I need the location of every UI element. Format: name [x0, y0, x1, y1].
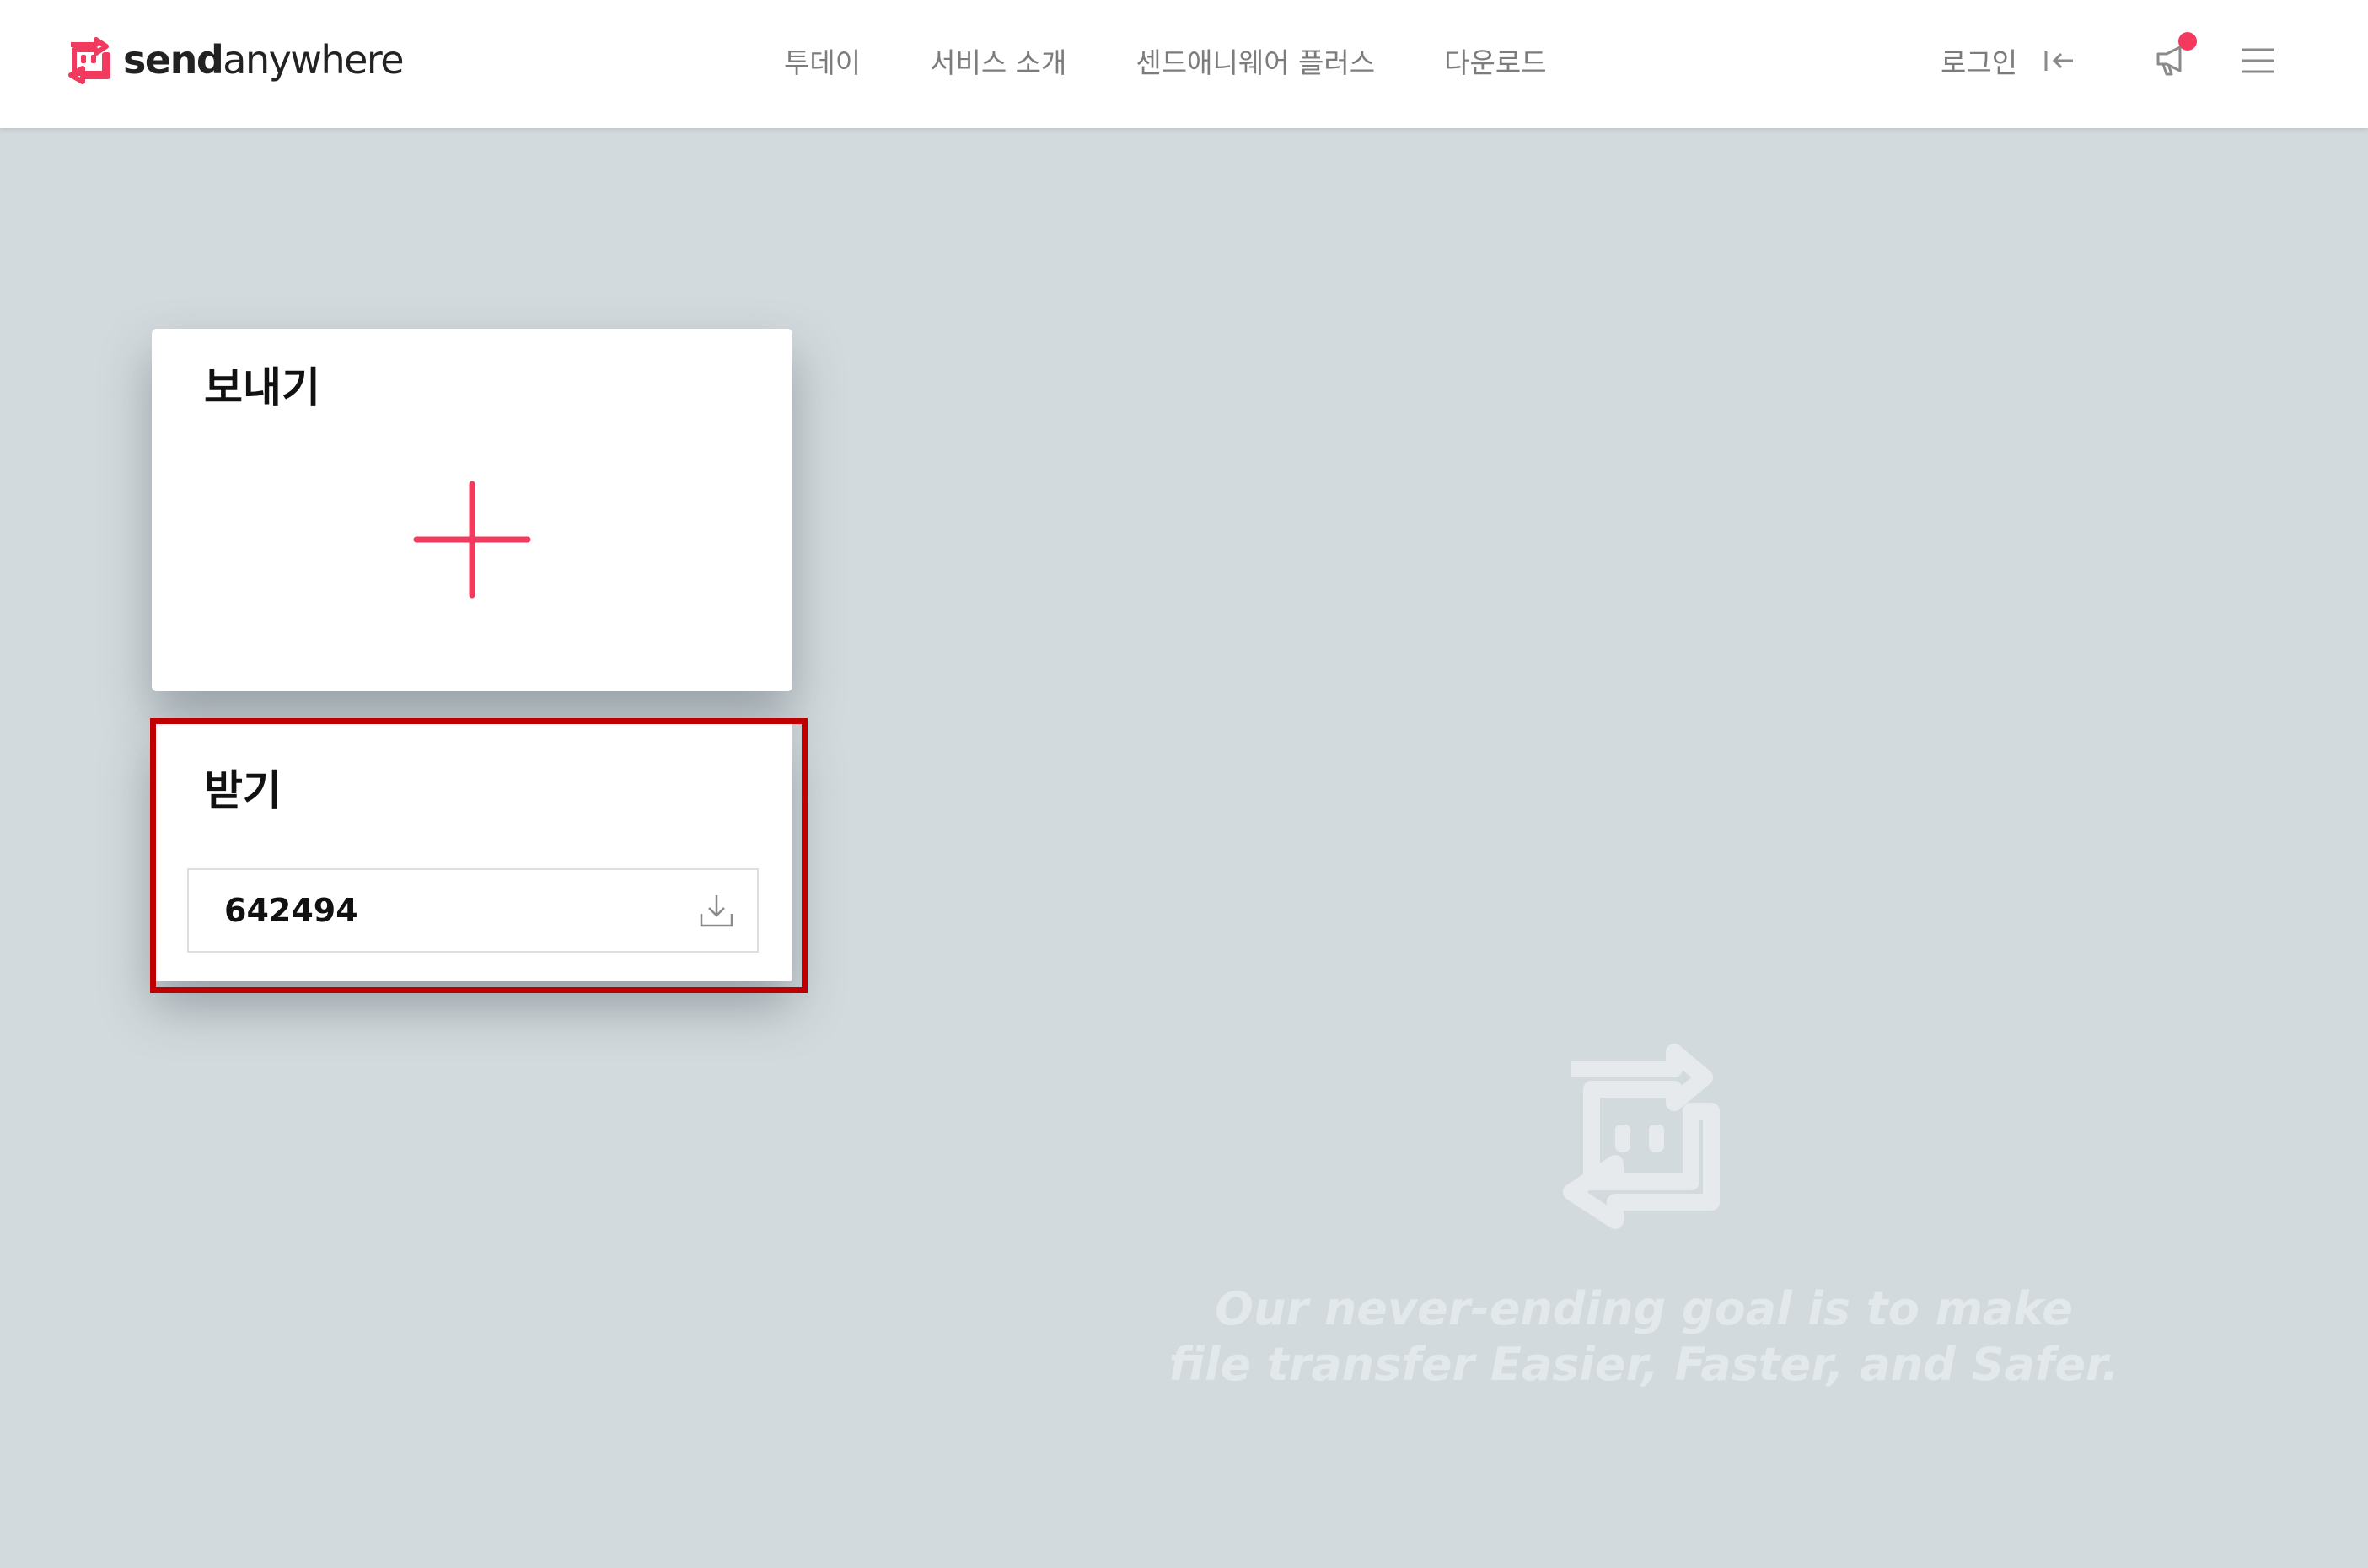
tagline: Our never-ending goal is to make file tr… — [1054, 1281, 2234, 1393]
receive-card: 받기 — [152, 723, 792, 981]
tagline-line-2: file transfer Easier, Faster, and Safer. — [1168, 1338, 2119, 1391]
sendanywhere-logo-icon — [68, 37, 110, 84]
nav-item-sendanywhere-plus[interactable]: 센드애니웨어 플러스 — [1136, 40, 1375, 81]
hamburger-menu-icon[interactable] — [2241, 46, 2276, 76]
login-label: 로그인 — [1941, 46, 2018, 79]
sendanywhere-watermark-icon — [1563, 1044, 1720, 1229]
logo-wordmark-anywhere: anywhere — [223, 37, 404, 83]
plus-icon[interactable] — [413, 481, 531, 599]
logo-wordmark: sendanywhere — [123, 35, 405, 85]
logo-wordmark-send: send — [123, 37, 224, 83]
nav-item-service-intro[interactable]: 서비스 소개 — [930, 40, 1066, 81]
top-header: sendanywhere 투데이 서비스 소개 센드애니웨어 플러스 다운로드 … — [0, 0, 2368, 128]
receive-key-field — [187, 868, 759, 953]
login-arrow-icon — [2044, 51, 2074, 71]
receive-key-input[interactable] — [224, 870, 663, 951]
sendanywhere-logo[interactable]: sendanywhere — [64, 34, 405, 86]
nav-item-download[interactable]: 다운로드 — [1444, 40, 1546, 81]
download-icon[interactable] — [698, 892, 735, 929]
tagline-line-1: Our never-ending goal is to make — [1215, 1282, 2073, 1335]
send-card-title: 보내기 — [204, 363, 320, 412]
notification-badge — [2178, 32, 2197, 51]
nav-item-today[interactable]: 투데이 — [784, 40, 861, 81]
receive-card-title: 받기 — [204, 766, 282, 815]
send-card: 보내기 — [152, 329, 792, 691]
login-button[interactable]: 로그인 — [1941, 35, 2076, 86]
main-nav: 투데이 서비스 소개 센드애니웨어 플러스 다운로드 — [784, 35, 1547, 86]
